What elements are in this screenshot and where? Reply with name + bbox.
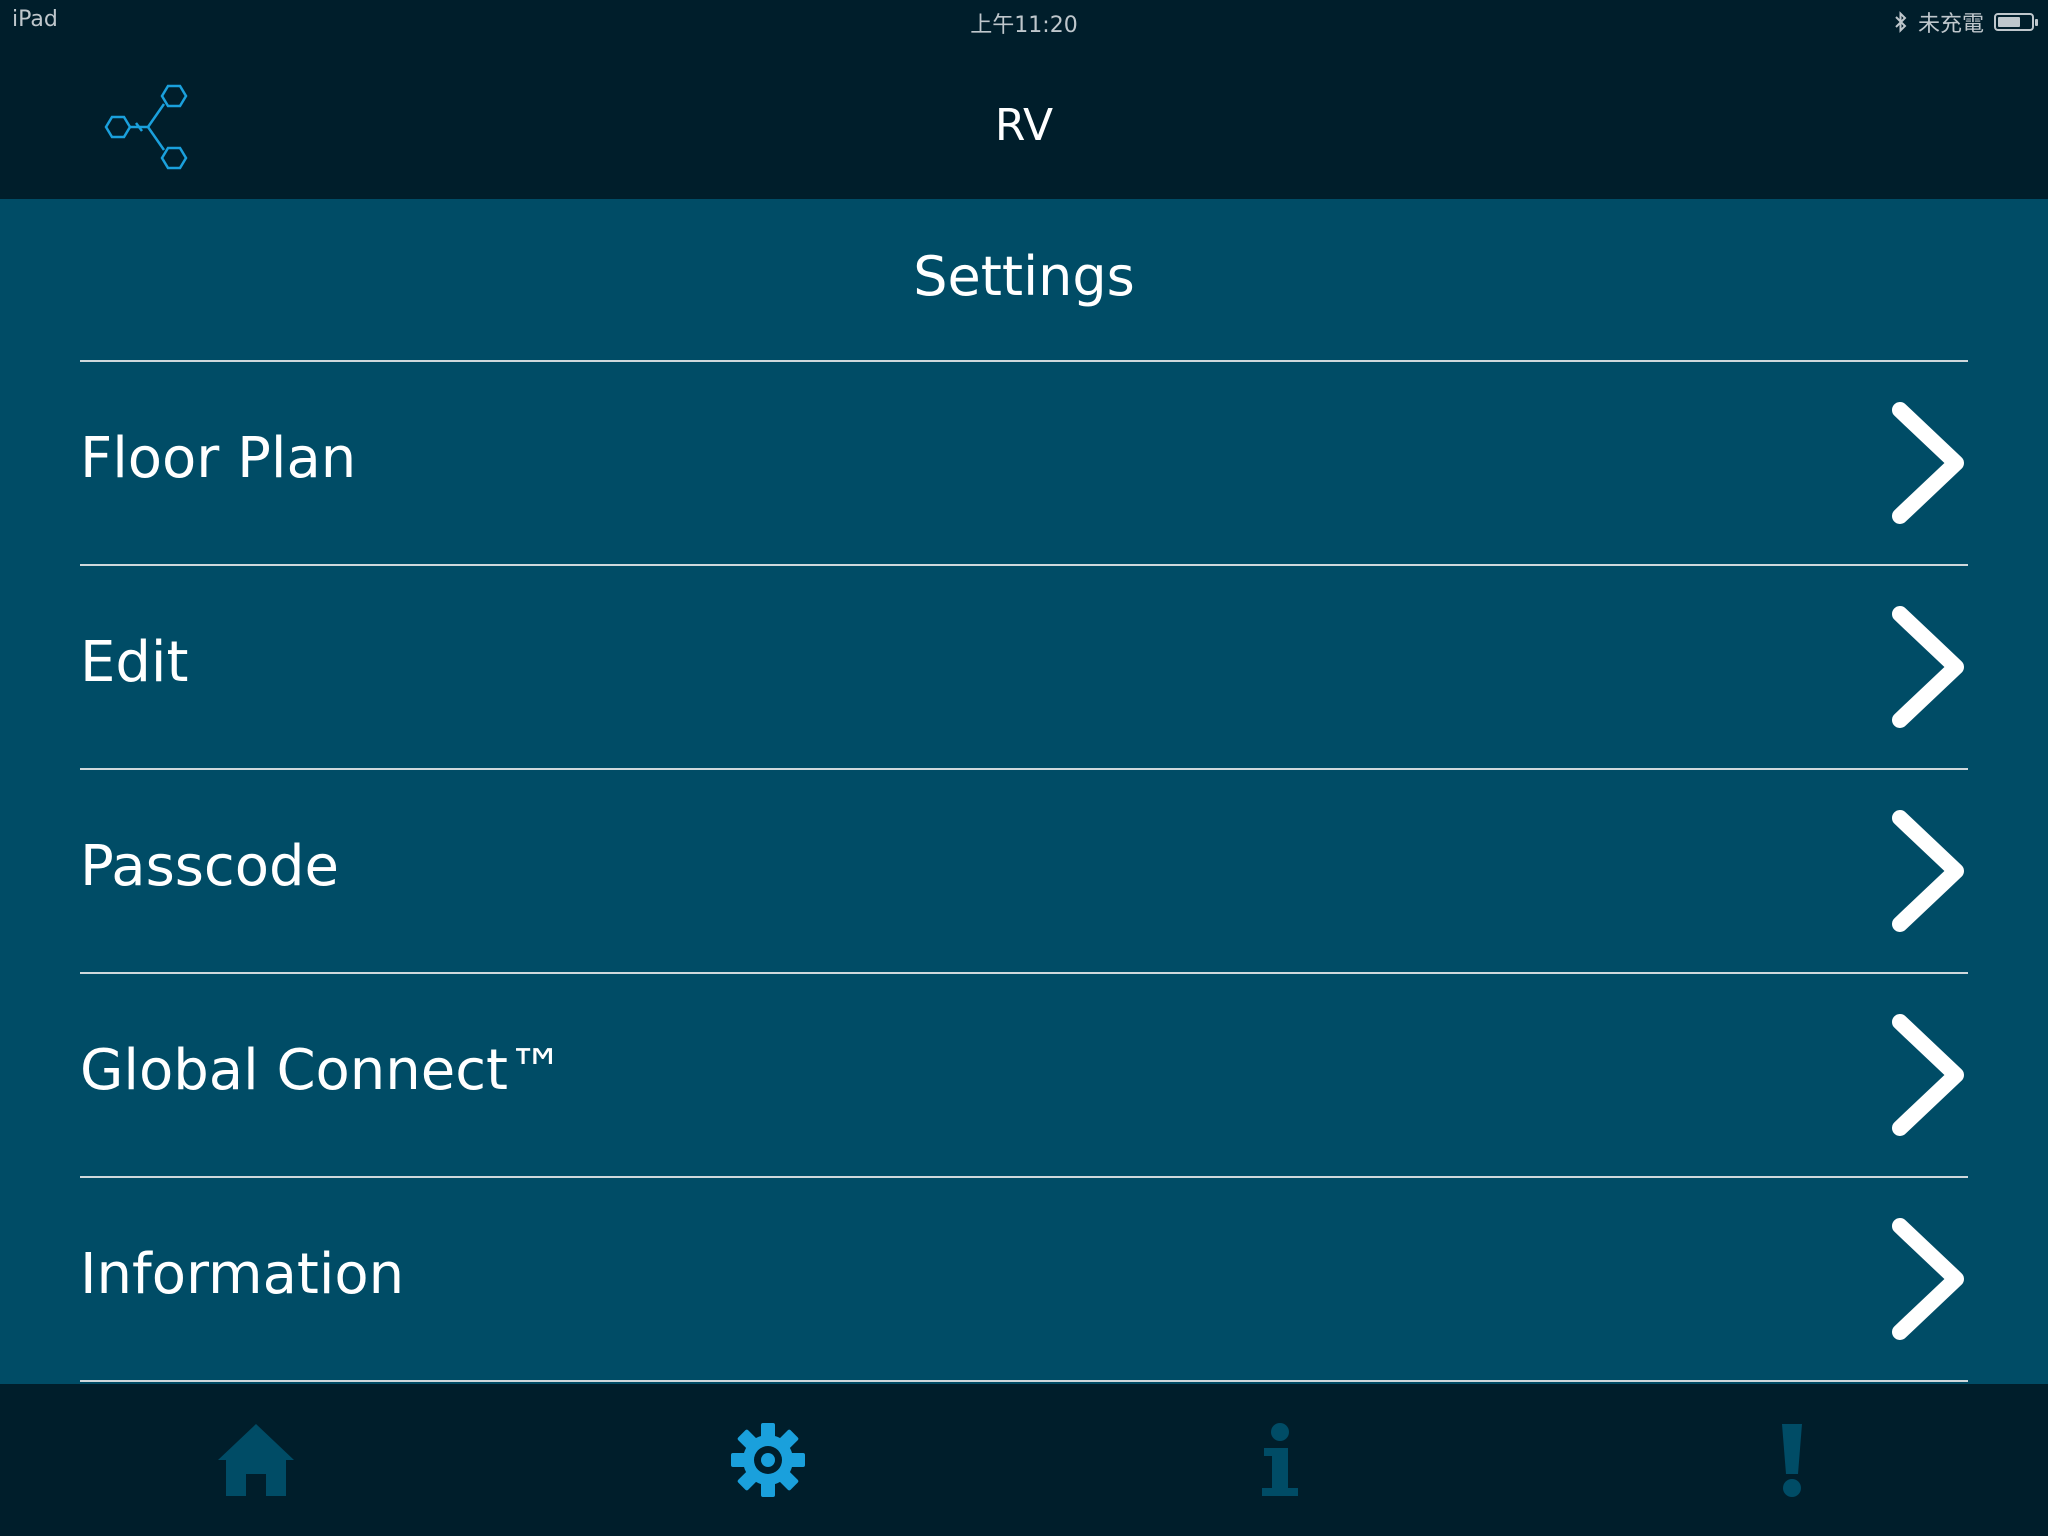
settings-item-label: Information: [80, 1242, 405, 1307]
settings-item-passcode[interactable]: Passcode: [80, 770, 1968, 974]
settings-item-information[interactable]: Information: [80, 1178, 1968, 1382]
app-screen: iPad 上午11:20 未充電 RV Settings Floor Plan …: [0, 0, 2048, 1536]
tab-settings[interactable]: [512, 1384, 1024, 1536]
alert-icon: [1782, 1424, 1802, 1497]
settings-item-floor-plan[interactable]: Floor Plan: [80, 362, 1968, 566]
tab-alerts[interactable]: [1536, 1384, 2048, 1536]
settings-item-label: Floor Plan: [80, 426, 357, 491]
settings-title: Settings: [913, 245, 1135, 308]
chevron-right-icon: [1892, 1218, 1964, 1340]
tab-home[interactable]: [0, 1384, 512, 1536]
chevron-right-icon: [1892, 810, 1964, 932]
info-icon: [1262, 1423, 1298, 1496]
bluetooth-icon: [1895, 11, 1907, 33]
tab-bar: [0, 1384, 2048, 1536]
status-bar: iPad 上午11:20 未充電: [0, 0, 2048, 40]
settings-item-label: Global Connect™: [80, 1038, 564, 1103]
status-right: 未充電: [1894, 6, 2038, 38]
gear-icon: [731, 1423, 805, 1497]
settings-item-label: Edit: [80, 630, 189, 695]
status-time: 上午11:20: [970, 13, 1078, 38]
chevron-right-icon: [1892, 606, 1964, 728]
settings-item-edit[interactable]: Edit: [80, 566, 1968, 770]
settings-item-label: Passcode: [80, 834, 339, 899]
chevron-right-icon: [1892, 1014, 1964, 1136]
settings-list: Floor Plan Edit Passcode Global Connect™: [80, 360, 1968, 1382]
nav-title: RV: [994, 100, 1054, 151]
battery-fill: [1998, 17, 2020, 27]
settings-item-global-connect[interactable]: Global Connect™: [80, 974, 1968, 1178]
tab-info[interactable]: [1024, 1384, 1536, 1536]
charging-status: 未充電: [1917, 12, 1984, 37]
settings-panel: Settings Floor Plan Edit Passcode Global…: [0, 199, 2048, 1384]
chevron-right-icon: [1892, 402, 1964, 524]
battery-icon: [1994, 13, 2038, 31]
home-icon: [218, 1424, 294, 1496]
nav-bar: RV: [0, 40, 2048, 199]
